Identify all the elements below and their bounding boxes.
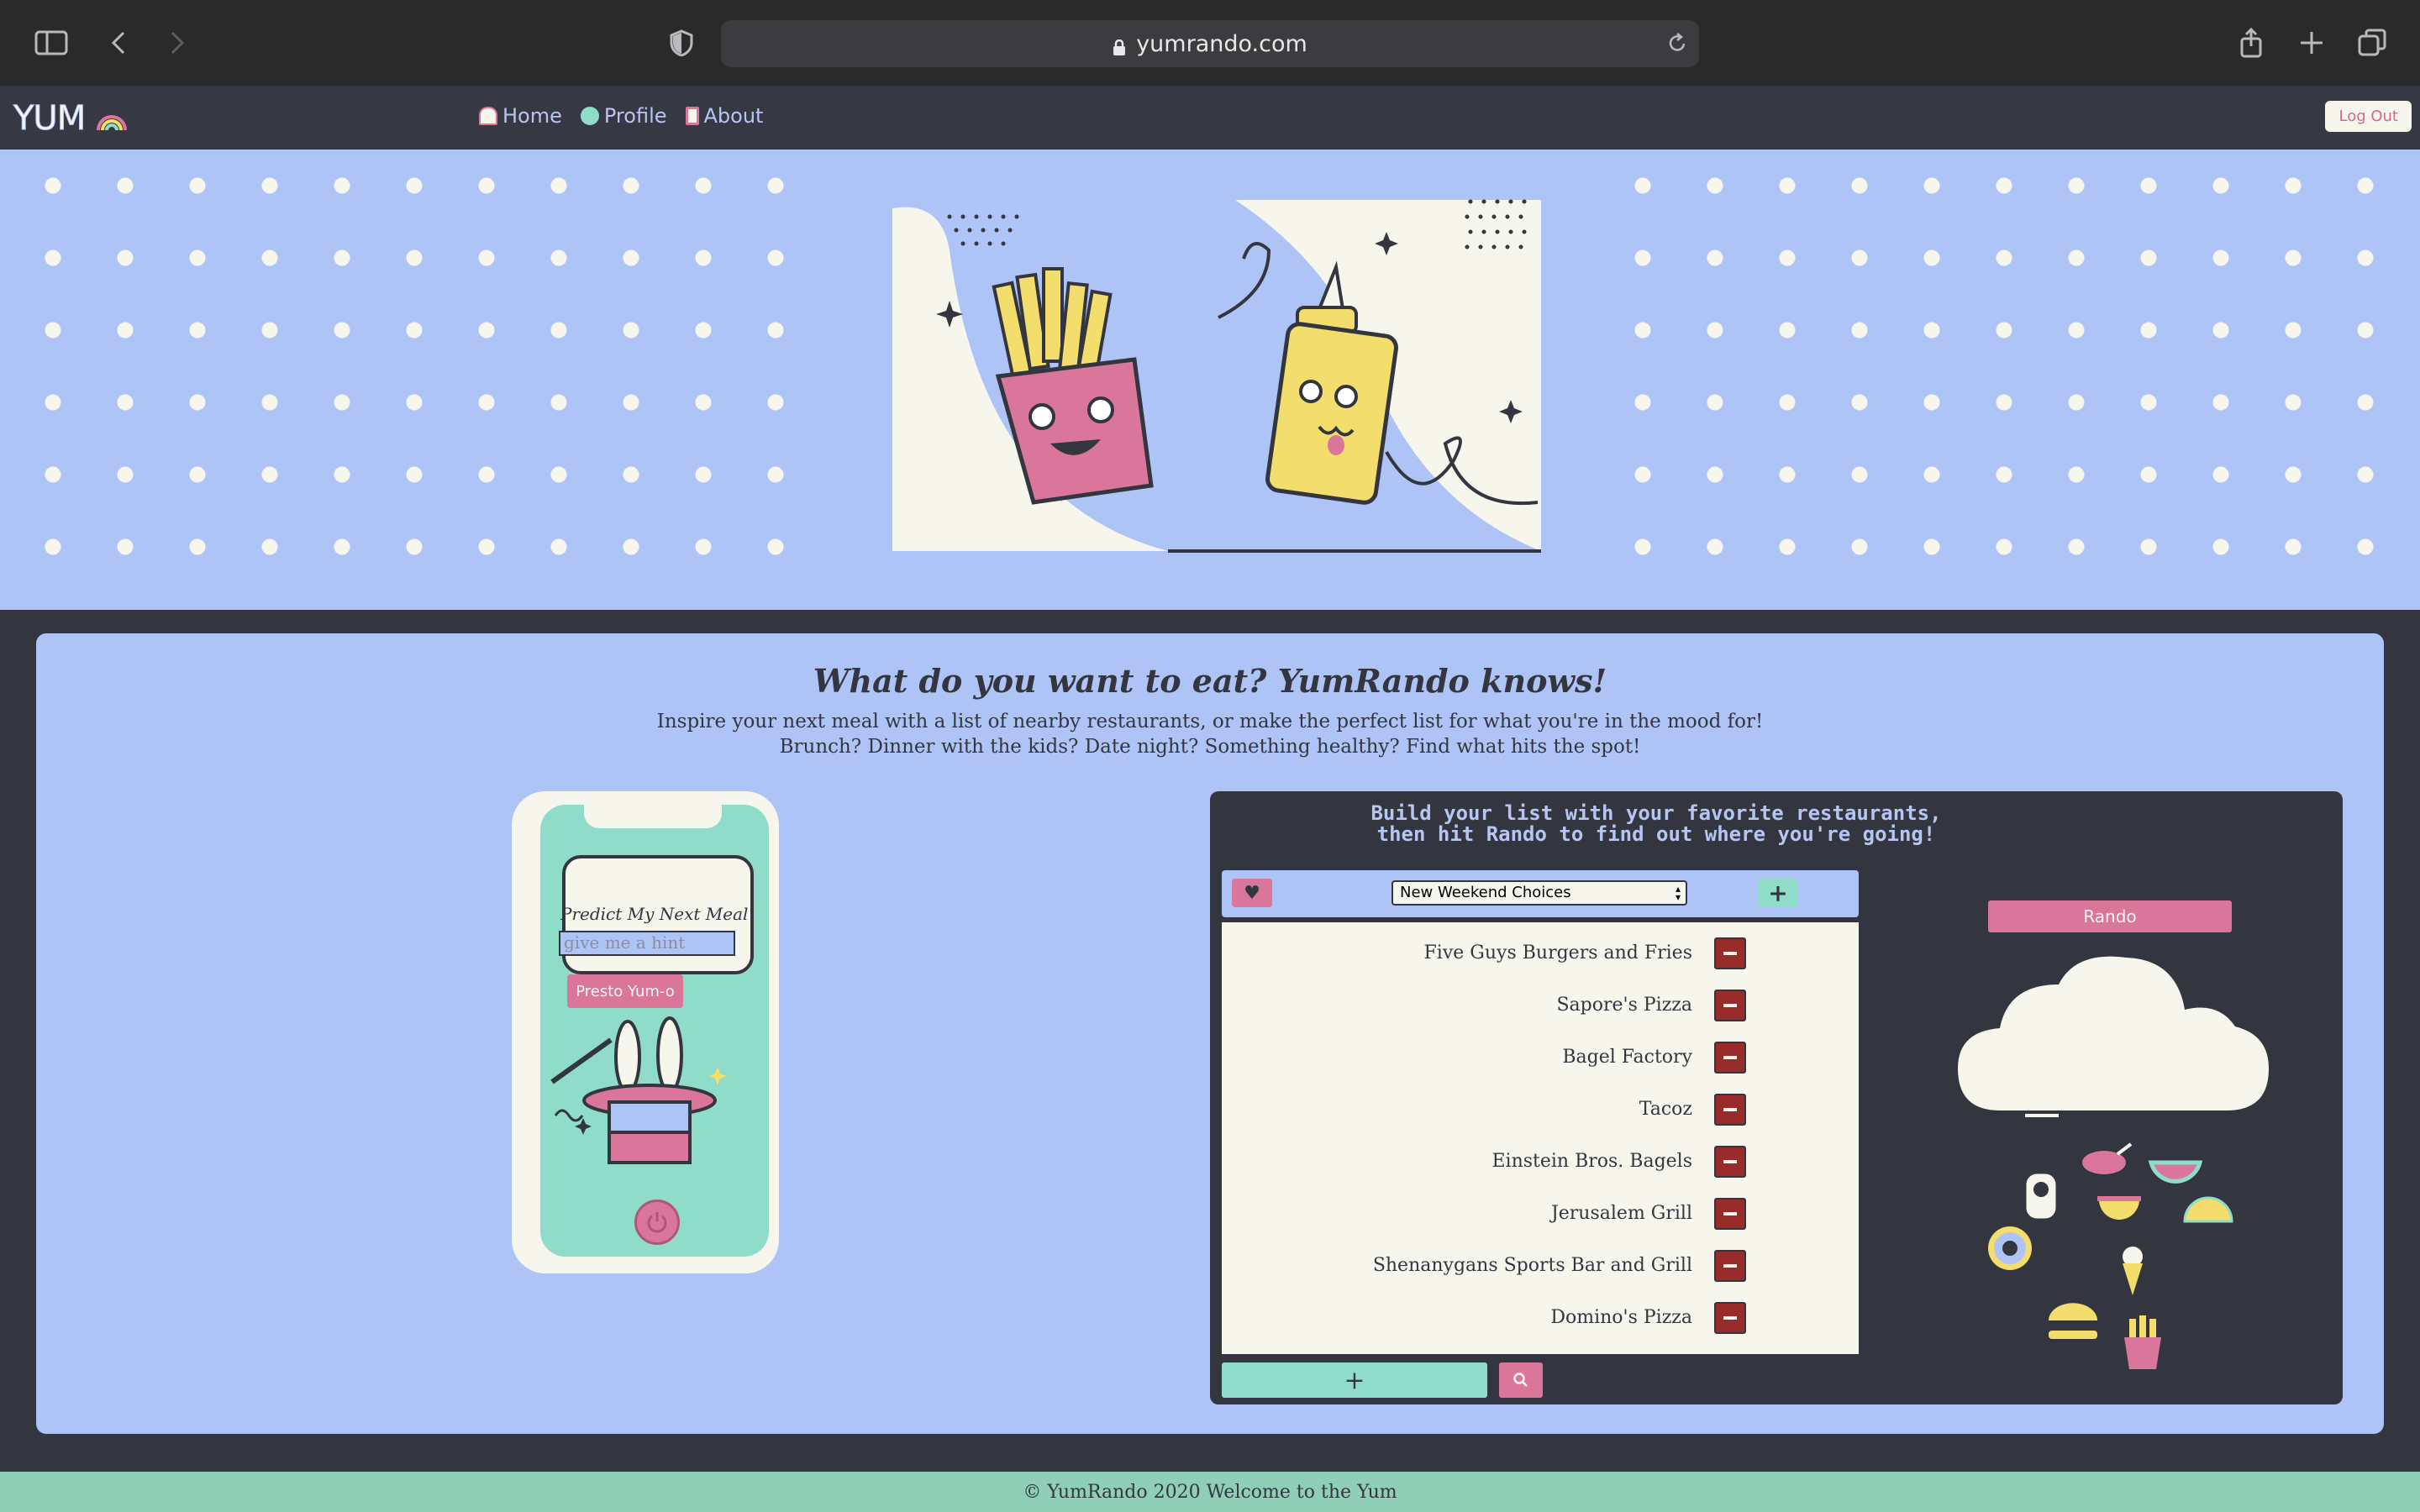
remove-button[interactable] — [1714, 990, 1746, 1021]
taco-icon — [2183, 1196, 2233, 1223]
app-navbar: YUM rando Home Profile About Log Out — [0, 86, 2420, 241]
turkey-icon — [2082, 1142, 2133, 1174]
list-builder-title: Build your list with your favorite resta… — [1210, 803, 2102, 845]
intro-line-2: Brunch? Dinner with the kids? Date night… — [779, 736, 1641, 758]
restaurant-list: Five Guys Burgers and Fries Sapore's Piz… — [1222, 922, 1859, 1354]
list-item: Jerusalem Grill — [1550, 1203, 1692, 1224]
nav-profile-label: Profile — [603, 104, 667, 128]
nav-profile[interactable]: Profile — [580, 104, 667, 128]
remove-button[interactable] — [1714, 1250, 1746, 1282]
browser-toolbar: yumrando.com — [0, 0, 2420, 86]
footer: © YumRando 2020 Welcome to the Yum — [0, 1472, 2420, 1512]
page-headline: What do you want to eat? YumRando knows! — [813, 662, 1607, 700]
list-item: Einstein Bros. Bagels — [1491, 1151, 1692, 1172]
favorite-button[interactable]: ♥ — [1232, 879, 1272, 907]
list-item: Sapore's Pizza — [1556, 995, 1692, 1016]
ramen-bowl-icon — [2097, 1196, 2141, 1220]
food-icons-scatter — [1983, 1136, 2319, 1391]
minus-icon — [1723, 1056, 1737, 1059]
watermelon-icon — [2148, 1160, 2203, 1184]
new-tab-icon[interactable] — [2289, 20, 2334, 66]
clipboard-icon — [685, 107, 699, 125]
footer-text: © YumRando 2020 Welcome to the Yum — [1023, 1482, 1397, 1503]
nav-about[interactable]: About — [685, 104, 764, 128]
minus-icon — [1723, 1316, 1737, 1320]
minus-icon — [1723, 1212, 1737, 1215]
cloud-icon — [1949, 951, 2277, 1131]
predict-phone-card: Predict My Next Meal give me a hint Pres… — [512, 791, 779, 1273]
remove-button[interactable] — [1714, 937, 1746, 969]
donut-icon — [1988, 1226, 2032, 1270]
tabs-overview-icon[interactable] — [2349, 20, 2395, 66]
minus-icon — [1723, 1108, 1737, 1111]
magic-hat-icon — [547, 1015, 749, 1186]
phone-screen: Predict My Next Meal give me a hint Pres… — [540, 805, 769, 1257]
share-icon[interactable] — [2228, 20, 2274, 66]
new-list-button[interactable]: + — [1758, 879, 1798, 907]
remove-button[interactable] — [1714, 1042, 1746, 1074]
hint-input[interactable]: give me a hint — [559, 931, 735, 956]
lock-icon — [1113, 36, 1126, 55]
reload-icon[interactable] — [1667, 32, 1687, 60]
hero-illustration — [815, 150, 1608, 610]
list-builder-title-line-1: Build your list with your favorite resta… — [1370, 801, 1942, 825]
minus-icon — [1723, 1160, 1737, 1163]
rainbow-icon — [95, 102, 129, 140]
main-panel: What do you want to eat? YumRando knows!… — [36, 633, 2384, 1434]
app-logo[interactable]: YUM rando — [13, 99, 1035, 241]
astronaut-icon — [2023, 1171, 2059, 1221]
list-item: Domino's Pizza — [1550, 1307, 1692, 1328]
forward-icon[interactable] — [155, 20, 200, 66]
sidebar-toggle-icon[interactable] — [29, 20, 74, 66]
search-button[interactable] — [1499, 1362, 1543, 1398]
profile-icon — [580, 107, 599, 125]
add-restaurant-button[interactable]: + — [1222, 1362, 1487, 1398]
house-icon — [479, 107, 497, 125]
heart-icon: ♥ — [1244, 882, 1260, 904]
phone-notch — [584, 805, 722, 828]
fries-small-icon — [2124, 1315, 2161, 1369]
remove-button[interactable] — [1714, 1198, 1746, 1230]
logo-yum: YUM — [13, 99, 86, 139]
remove-button[interactable] — [1714, 1094, 1746, 1126]
remove-button[interactable] — [1714, 1302, 1746, 1334]
list-builder-title-line-2: then hit Rando to find out where you're … — [1376, 822, 1936, 846]
list-select[interactable]: New Weekend Choices ▴ ▾ — [1392, 880, 1687, 906]
list-builder-card: Build your list with your favorite resta… — [1210, 791, 2343, 1404]
minus-icon — [1723, 1004, 1737, 1007]
predict-title: Predict My Next Meal — [560, 904, 749, 924]
list-select-value: New Weekend Choices — [1400, 884, 1571, 901]
minus-icon — [1723, 952, 1737, 955]
back-icon[interactable] — [96, 20, 141, 66]
search-icon — [1513, 1373, 1528, 1387]
remove-button[interactable] — [1714, 1146, 1746, 1178]
power-icon[interactable] — [634, 1200, 680, 1245]
list-item: Tacoz — [1639, 1099, 1692, 1120]
nav-home-label: Home — [502, 104, 562, 128]
burger-icon — [2049, 1303, 2097, 1339]
list-toolbar: ♥ New Weekend Choices ▴ ▾ + — [1222, 870, 1859, 917]
url-text: yumrando.com — [1136, 30, 1307, 57]
intro-line-1: Inspire your next meal with a list of ne… — [656, 711, 1764, 732]
list-item: Five Guys Burgers and Fries — [1423, 942, 1692, 963]
select-arrows-icon: ▴ ▾ — [1675, 883, 1681, 903]
nav-home[interactable]: Home — [479, 104, 562, 128]
ice-cream-icon — [2123, 1247, 2143, 1295]
logout-button[interactable]: Log Out — [2325, 101, 2412, 132]
nav-about-label: About — [703, 104, 764, 128]
presto-button[interactable]: Presto Yum-o — [567, 974, 683, 1008]
shield-icon[interactable] — [659, 20, 704, 66]
minus-icon — [1723, 1264, 1737, 1268]
address-bar[interactable]: yumrando.com — [721, 20, 1699, 67]
rando-button[interactable]: Rando — [1988, 900, 2232, 932]
list-item: Bagel Factory — [1562, 1047, 1692, 1068]
list-item: Shenanygans Sports Bar and Grill — [1372, 1255, 1692, 1276]
